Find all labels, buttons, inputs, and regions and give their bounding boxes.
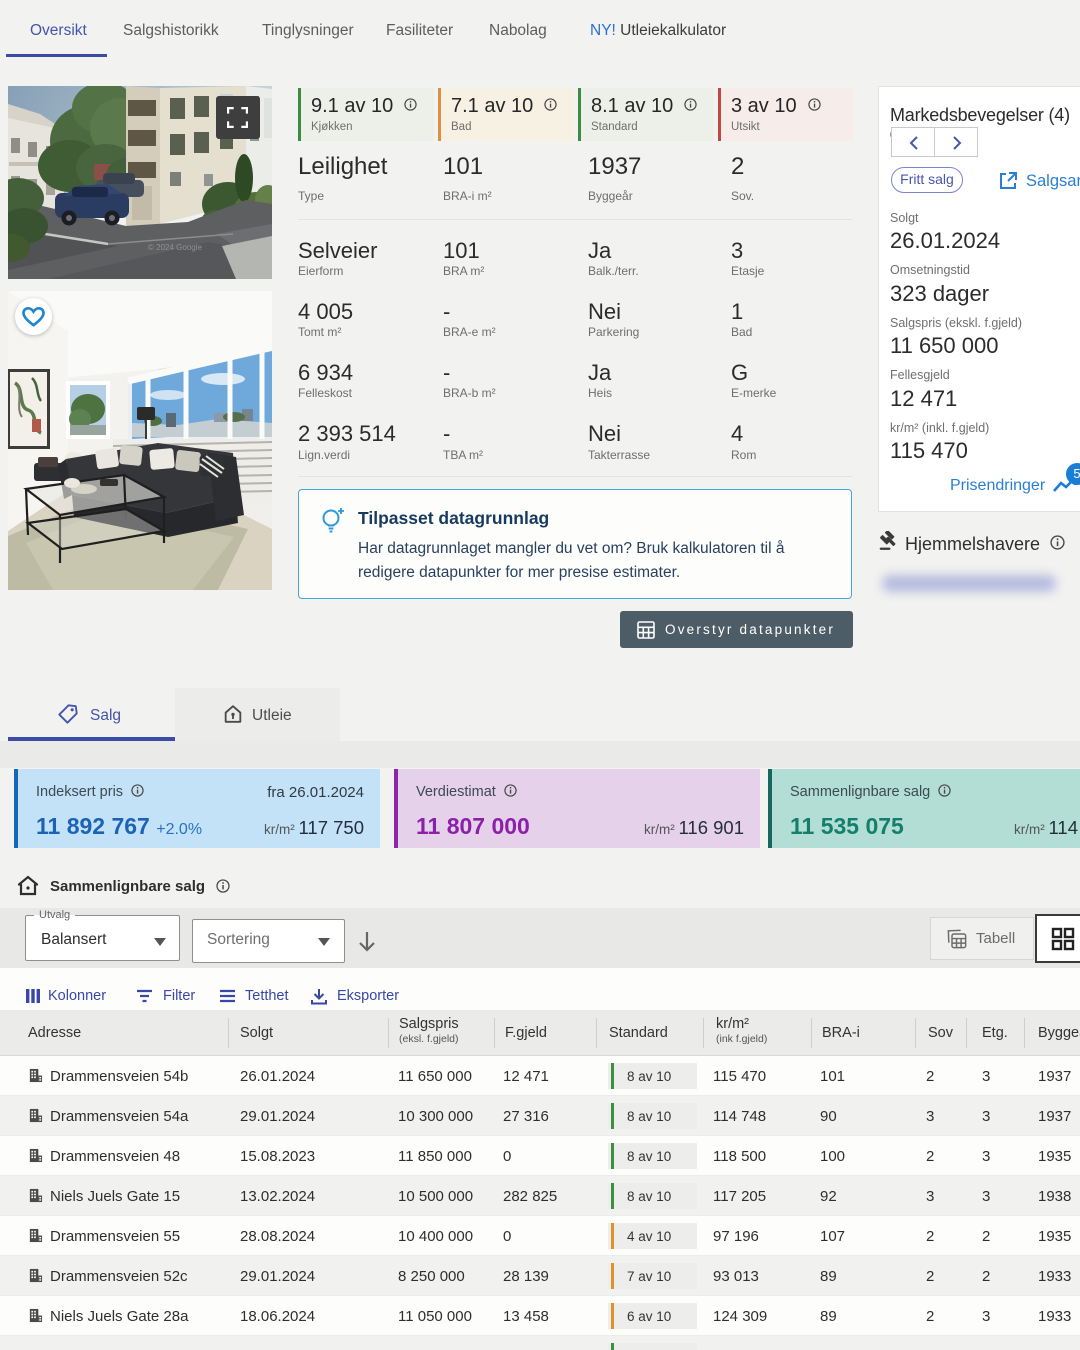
svg-text:© 2024 Google: © 2024 Google <box>148 243 202 252</box>
